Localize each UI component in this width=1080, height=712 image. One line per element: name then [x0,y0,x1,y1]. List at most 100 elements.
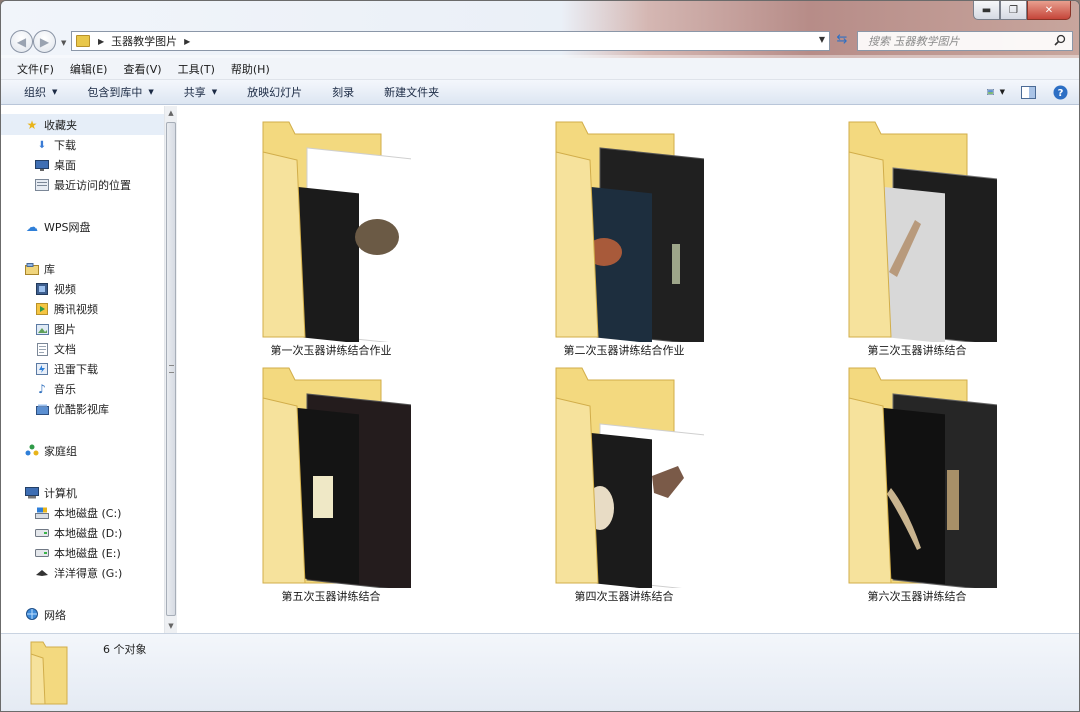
pictures-icon [35,323,49,336]
drive-icon [35,527,49,540]
sidebar-item-label: 腾讯视频 [54,303,98,316]
star-icon: ★ [26,117,38,132]
sidebar-item-wps-cloud[interactable]: ☁ WPS网盘 [1,216,164,237]
preview-pane-button[interactable] [1019,83,1037,101]
close-button[interactable]: ✕ [1027,1,1071,20]
breadcrumb-chevron-icon[interactable]: ▶ [98,37,104,46]
search-box[interactable] [857,31,1073,51]
menu-edit[interactable]: 编辑(E) [62,61,116,77]
sidebar-item-label: 本地磁盘 (E:) [54,547,121,560]
search-input[interactable] [868,34,1048,48]
sidebar-item-music[interactable]: ♪ 音乐 [1,379,164,399]
desktop-icon [35,159,49,172]
folder-name[interactable]: 第五次玉器讲练结合 [221,588,441,604]
documents-icon [35,342,49,356]
sidebar-item-label: 迅雷下载 [54,363,98,376]
folder-thumbnail-icon [262,121,411,342]
chevron-down-icon: ▼ [148,88,154,96]
menu-file[interactable]: 文件(F) [9,61,62,77]
navigation-pane: ★ 收藏夹 ⬇ 下载 桌面 最近访问的位置 ☁ WPS网盘 库 视频 腾讯视频 … [1,106,177,633]
sidebar-item-computer[interactable]: 计算机 [1,482,164,503]
folder-item[interactable]: 第二次玉器讲练结合作业 [514,106,734,357]
sidebar-item-label: 最近访问的位置 [54,179,131,192]
folder-item[interactable]: 第四次玉器讲练结合 [514,352,734,603]
include-in-library-button[interactable]: 包含到库中 ▼ [78,84,162,100]
minimize-button[interactable]: ▬ [973,1,1000,20]
forward-button[interactable]: ▶ [33,30,56,53]
sidebar-scrollbar[interactable]: ▲ ▼ [164,106,177,633]
search-icon[interactable] [1054,34,1066,46]
refresh-button[interactable]: ⇆ [833,32,851,50]
folder-thumbnail-icon [848,367,997,588]
download-icon: ⬇ [37,139,47,151]
title-bar: ▬ ❐ ✕ ◀ ▶ ▼ ▶ 玉器教学图片 ▶ ▼ ⇆ [1,1,1079,58]
sidebar-item-tencent-video[interactable]: 腾讯视频 [1,299,164,319]
sidebar-item-homegroup[interactable]: 家庭组 [1,440,164,461]
back-button[interactable]: ◀ [10,30,33,53]
refresh-icon: ⇆ [836,32,848,47]
scrollbar-thumb[interactable] [166,122,176,616]
sidebar-item-favorites[interactable]: ★ 收藏夹 [1,114,164,135]
folder-item[interactable]: 第三次玉器讲练结合 [807,106,1027,357]
explorer-window: ▬ ❐ ✕ ◀ ▶ ▼ ▶ 玉器教学图片 ▶ ▼ ⇆ 文件(F) 编辑(E) 查… [0,0,1080,712]
organize-button[interactable]: 组织 ▼ [15,84,66,100]
chevron-down-icon: ▼ [52,88,58,96]
folder-thumbnail-icon [848,121,997,342]
nav-buttons: ◀ ▶ [10,30,56,53]
sidebar-item-downloads[interactable]: ⬇ 下载 [1,135,164,155]
include-label: 包含到库中 [87,86,143,99]
sidebar-item-drive-g[interactable]: 洋洋得意 (G:) [1,563,164,583]
breadcrumb-chevron-icon[interactable]: ▶ [184,37,190,46]
slideshow-button[interactable]: 放映幻灯片 [238,84,311,100]
address-bar[interactable]: ▶ 玉器教学图片 ▶ ▼ [71,31,830,51]
removable-drive-icon [35,567,49,580]
sidebar-item-drive-d[interactable]: 本地磁盘 (D:) [1,523,164,543]
sidebar-item-thunder-download[interactable]: 迅雷下载 [1,359,164,379]
breadcrumb-current[interactable]: 玉器教学图片 [111,33,177,49]
sidebar-item-label: WPS网盘 [44,220,91,234]
change-view-button[interactable]: ▼ [987,83,1005,101]
folder-item[interactable]: 第六次玉器讲练结合 [807,352,1027,603]
sidebar-item-label: 本地磁盘 (D:) [54,527,123,540]
sidebar-item-network[interactable]: 网络 [1,604,164,625]
preview-pane-icon [1020,85,1036,99]
chevron-down-icon: ▼ [999,88,1005,96]
maximize-button[interactable]: ❐ [1000,1,1027,20]
burn-button[interactable]: 刻录 [323,84,363,100]
folder-icon [30,641,68,705]
folder-name[interactable]: 第六次玉器讲练结合 [807,588,1027,604]
folder-icon [76,35,90,47]
homegroup-icon [25,444,39,457]
sidebar-item-pictures[interactable]: 图片 [1,319,164,339]
sidebar-item-documents[interactable]: 文档 [1,339,164,359]
details-pane: 6 个对象 [1,633,1079,711]
recent-pages-dropdown[interactable]: ▼ [61,39,66,47]
sidebar-item-recent-places[interactable]: 最近访问的位置 [1,175,164,195]
sidebar-item-label: 优酷影视库 [54,403,109,416]
sidebar-item-label: 收藏夹 [44,118,77,132]
address-dropdown-icon[interactable]: ▼ [819,35,825,44]
sidebar-item-libraries[interactable]: 库 [1,258,164,279]
share-button[interactable]: 共享 ▼ [175,84,226,100]
sidebar-item-drive-c[interactable]: 本地磁盘 (C:) [1,503,164,523]
menu-tools[interactable]: 工具(T) [170,61,223,77]
new-folder-button[interactable]: 新建文件夹 [375,84,448,100]
folder-thumbnail-icon [262,367,411,588]
organize-label: 组织 [24,86,46,99]
menu-help[interactable]: 帮助(H) [223,61,278,77]
sidebar-item-drive-e[interactable]: 本地磁盘 (E:) [1,543,164,563]
item-count: 6 个对象 [103,643,147,656]
sidebar-item-label: 本地磁盘 (C:) [54,507,122,520]
folder-item[interactable]: 第一次玉器讲练结合作业 [221,106,441,357]
help-button[interactable]: ? [1051,83,1069,101]
forward-arrow-icon: ▶ [39,34,50,49]
menu-view[interactable]: 查看(V) [115,61,169,77]
window-controls: ▬ ❐ ✕ [973,1,1071,20]
sidebar-item-youku-library[interactable]: 优酷影视库 [1,399,164,419]
folder-name[interactable]: 第四次玉器讲练结合 [514,588,734,604]
scroll-up-icon[interactable]: ▲ [165,106,177,120]
sidebar-item-desktop[interactable]: 桌面 [1,155,164,175]
scroll-down-icon[interactable]: ▼ [165,619,177,633]
sidebar-item-videos[interactable]: 视频 [1,279,164,299]
folder-item[interactable]: 第五次玉器讲练结合 [221,352,441,603]
